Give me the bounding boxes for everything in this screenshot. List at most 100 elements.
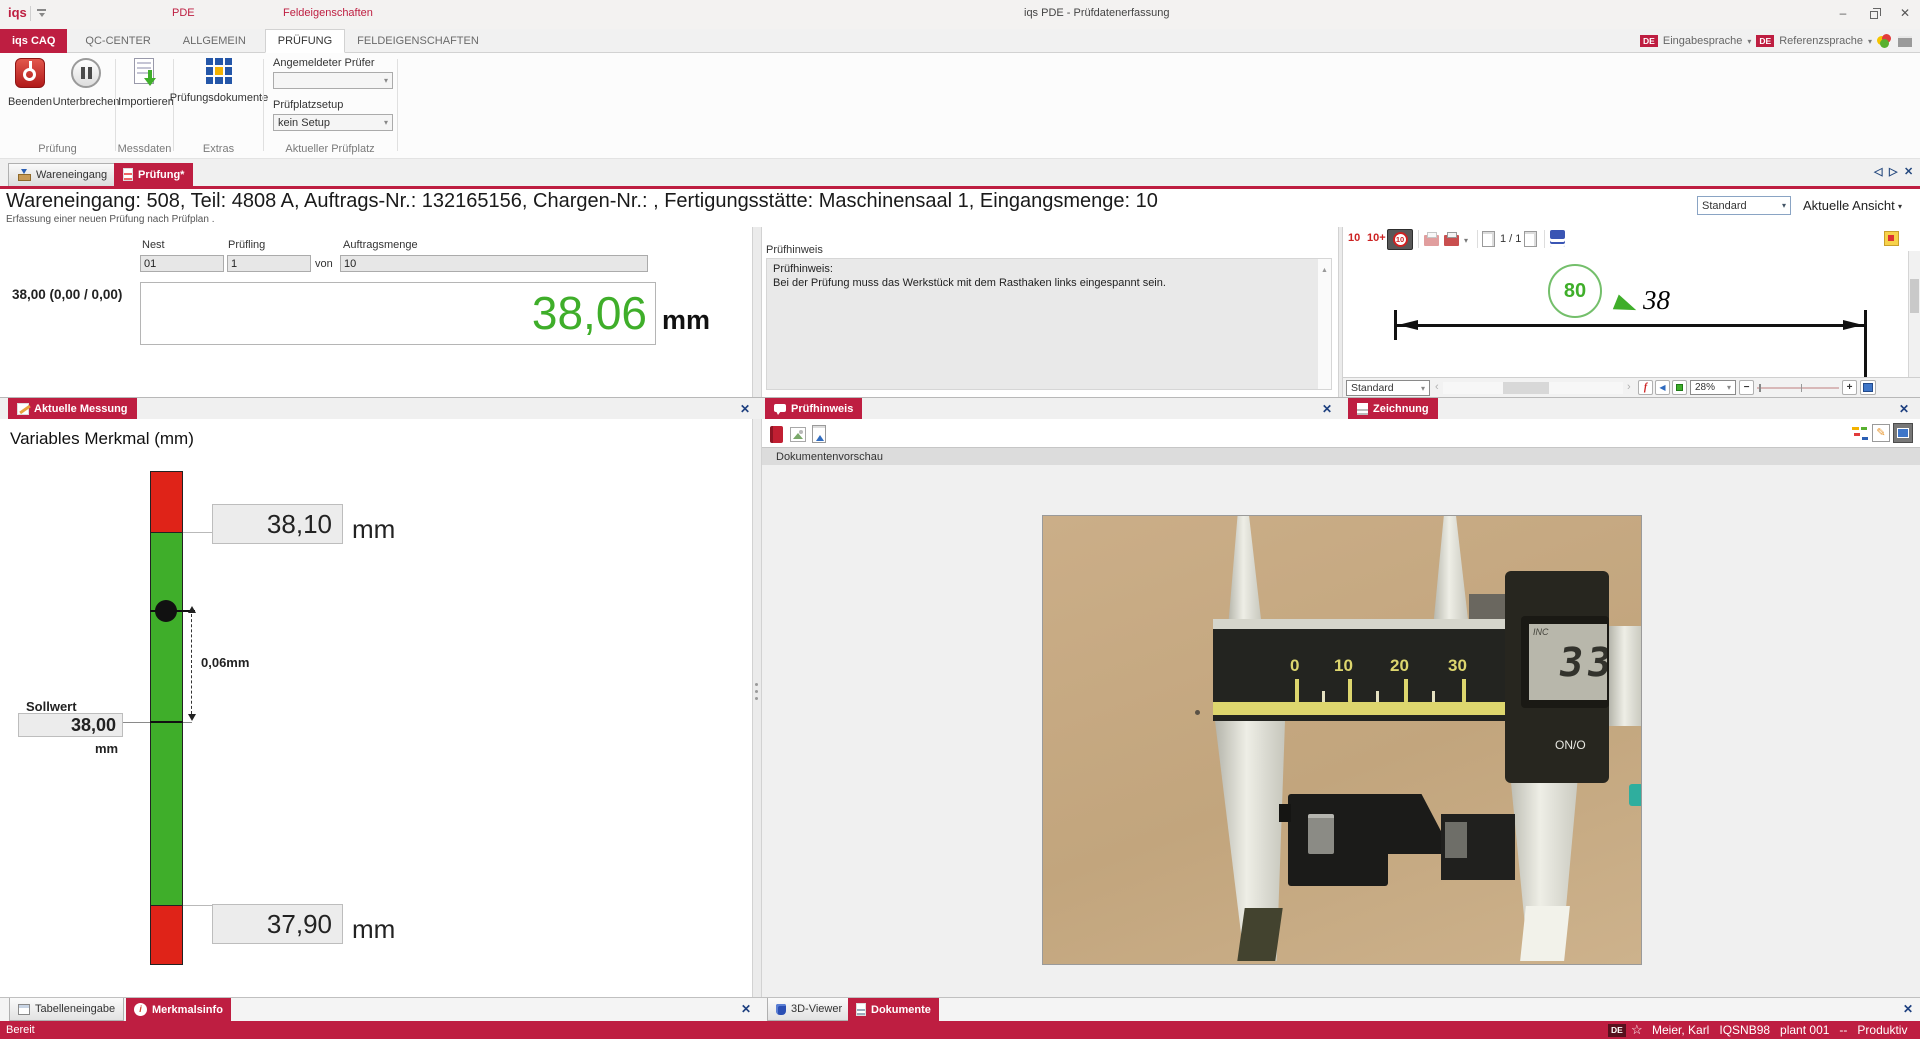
close-window-button[interactable]: ✕ xyxy=(1896,6,1914,20)
pruefling-input[interactable]: 1 xyxy=(227,255,311,272)
aktuelle-ansicht-menu[interactable]: Aktuelle Ansicht xyxy=(1803,198,1895,213)
chevron-down-icon[interactable]: ▾ xyxy=(1464,236,1468,245)
deviation-value: 0,06mm xyxy=(201,655,249,670)
input-language-label[interactable]: Eingabesprache xyxy=(1663,35,1743,47)
ribbon-tab-iqs-caq[interactable]: iqs CAQ xyxy=(0,29,67,53)
close-tab-icon[interactable]: ✕ xyxy=(1904,165,1913,178)
usl-value-box[interactable]: 38,10 xyxy=(212,504,343,544)
scroll-tabs-right-icon[interactable]: ▷ xyxy=(1889,165,1897,178)
ribbon-tab-feldeigenschaften[interactable]: FELDEIGENSCHAFTEN xyxy=(345,29,491,53)
annotation-icon[interactable] xyxy=(1884,231,1899,246)
tab-tabelleneingabe[interactable]: Tabelleneingabe xyxy=(9,998,124,1021)
drawing-vertical-scrollbar[interactable] xyxy=(1908,251,1920,377)
splitter-grip-icon xyxy=(755,683,758,700)
drawing-view-select[interactable]: Standard ▾ xyxy=(1346,380,1430,396)
chevron-down-icon[interactable]: ▾ xyxy=(1868,37,1872,46)
beenden-button[interactable]: Beenden xyxy=(4,58,56,108)
back-button[interactable]: ◀ xyxy=(1655,380,1670,395)
tab-aktuelle-messung[interactable]: Aktuelle Messung xyxy=(8,398,137,420)
tab-dokumente-active[interactable]: Dokumente xyxy=(848,998,939,1021)
lcd-inc-label: INC xyxy=(1533,627,1549,637)
scroll-right-icon[interactable]: › xyxy=(1627,381,1631,393)
close-panel-icon[interactable]: ✕ xyxy=(1899,402,1909,416)
previous-page-icon[interactable] xyxy=(1482,231,1495,247)
color-circles-icon[interactable] xyxy=(1877,34,1893,48)
zoom-out-button[interactable]: − xyxy=(1739,380,1754,395)
reference-language-label[interactable]: Referenzsprache xyxy=(1779,35,1863,47)
scroll-up-icon[interactable]: ▲ xyxy=(1321,267,1328,274)
lsl-value-box[interactable]: 37,90 xyxy=(212,904,343,944)
reference-value: 38,00 (0,00 / 0,00) xyxy=(12,287,122,302)
tab-3d-viewer[interactable]: 3D-Viewer xyxy=(767,998,851,1021)
tab-zeichnung-label: Zeichnung xyxy=(1373,403,1429,415)
print-icon[interactable] xyxy=(1424,235,1439,246)
vertical-splitter[interactable] xyxy=(752,419,762,997)
marker-10plus-button[interactable]: 10+ xyxy=(1367,232,1386,244)
tab-pruefung-active[interactable]: Prüfung* xyxy=(114,163,193,186)
fit-page-button[interactable]: f xyxy=(1638,380,1653,395)
edit-pencil-icon[interactable]: ✎ xyxy=(1872,424,1890,442)
image-export-icon[interactable] xyxy=(790,427,806,442)
close-panel-icon[interactable]: ✕ xyxy=(741,1002,751,1016)
marker-10-circle-button-pressed[interactable]: 10 xyxy=(1387,229,1413,250)
measured-value-box[interactable]: 38,06 xyxy=(140,282,656,345)
tab-merkmalsinfo-active[interactable]: i Merkmalsinfo xyxy=(126,998,231,1021)
full-view-button[interactable] xyxy=(1860,380,1876,395)
auftragsmenge-input[interactable]: 10 xyxy=(340,255,648,272)
chevron-down-icon[interactable]: ▾ xyxy=(1898,202,1902,211)
ribbon-tab-allgemein[interactable]: ALLGEMEIN xyxy=(171,29,258,53)
minimize-button[interactable]: – xyxy=(1834,6,1852,20)
hint-scrollbar[interactable]: ▲ xyxy=(1318,259,1331,389)
star-icon[interactable]: ☆ xyxy=(1631,1022,1643,1038)
quick-access-icon[interactable] xyxy=(37,9,46,11)
document-upload-icon[interactable] xyxy=(812,425,826,443)
sollwert-marker xyxy=(150,721,183,723)
sollwert-value-box[interactable]: 38,00 xyxy=(18,713,123,737)
status-language-badge: DE xyxy=(1608,1024,1626,1037)
close-panel-icon[interactable]: ✕ xyxy=(740,402,750,416)
close-panel-icon[interactable]: ✕ xyxy=(1322,402,1332,416)
importieren-button[interactable]: Importieren xyxy=(118,58,174,108)
structure-tree-icon[interactable] xyxy=(1852,426,1868,442)
pruefplatzsetup-select[interactable]: kein Setup ▾ xyxy=(273,114,393,131)
drawing-hscrollbar[interactable] xyxy=(1443,382,1623,394)
view-select[interactable]: Standard ▾ xyxy=(1697,196,1791,215)
vertical-splitter[interactable] xyxy=(752,227,762,397)
preview-toggle-button-pressed[interactable] xyxy=(1893,423,1913,443)
red-book-icon[interactable] xyxy=(770,426,783,443)
ribbon-tab-qc-center[interactable]: QC-CENTER xyxy=(73,29,162,53)
drawing-canvas[interactable]: 80 38 xyxy=(1343,251,1908,377)
pruefhinweis-text-area[interactable]: Prüfhinweis: Bei der Prüfung muss das We… xyxy=(766,258,1332,390)
zoom-slider[interactable] xyxy=(1757,387,1839,389)
tab-merkmalsinfo-label: Merkmalsinfo xyxy=(152,1004,223,1016)
nest-input[interactable]: 01 xyxy=(140,255,224,272)
tab-wareneingang[interactable]: Wareneingang xyxy=(8,163,117,186)
restore-button[interactable] xyxy=(1870,11,1878,19)
pruefplatzsetup-value: kein Setup xyxy=(278,117,330,129)
caliper-right-jaw-tip xyxy=(1520,906,1570,961)
document-icon xyxy=(856,1003,866,1016)
scroll-left-icon[interactable]: ‹ xyxy=(1435,381,1439,393)
tab-zeichnung[interactable]: Zeichnung xyxy=(1348,398,1438,420)
close-panel-icon[interactable]: ✕ xyxy=(1903,1002,1913,1016)
chevron-down-icon[interactable]: ▾ xyxy=(1747,37,1751,46)
scrollbar-thumb[interactable] xyxy=(1910,279,1919,313)
ribbon-tab-pruefung[interactable]: PRÜFUNG xyxy=(265,29,345,53)
zoom-in-button[interactable]: + xyxy=(1842,380,1857,395)
scrollbar-thumb[interactable] xyxy=(1503,382,1549,394)
angemeldeter-pruefer-select[interactable]: ▾ xyxy=(273,72,393,89)
print-setup-icon[interactable] xyxy=(1444,235,1459,246)
zoom-level-select[interactable]: 28% ▾ xyxy=(1690,380,1736,395)
marker-10-button[interactable]: 10 xyxy=(1348,232,1360,244)
unterbrechen-button[interactable]: Unterbrechen xyxy=(56,58,116,108)
fit-selection-button[interactable] xyxy=(1672,380,1687,395)
tab-pruefhinweis[interactable]: Prüfhinweis xyxy=(765,398,862,420)
scroll-tabs-left-icon[interactable]: ◁ xyxy=(1874,165,1882,178)
quick-access-caret-icon[interactable] xyxy=(39,13,45,17)
next-page-icon[interactable] xyxy=(1524,231,1537,247)
blue-document-icon[interactable] xyxy=(1550,230,1565,247)
pruefungsdokumente-button[interactable]: Prüfungsdokumente xyxy=(176,58,262,104)
caliper-beam: 0 10 20 30 xyxy=(1213,629,1519,721)
preview-label: Dokumentenvorschau xyxy=(776,451,883,463)
printer-icon[interactable] xyxy=(1898,36,1912,47)
